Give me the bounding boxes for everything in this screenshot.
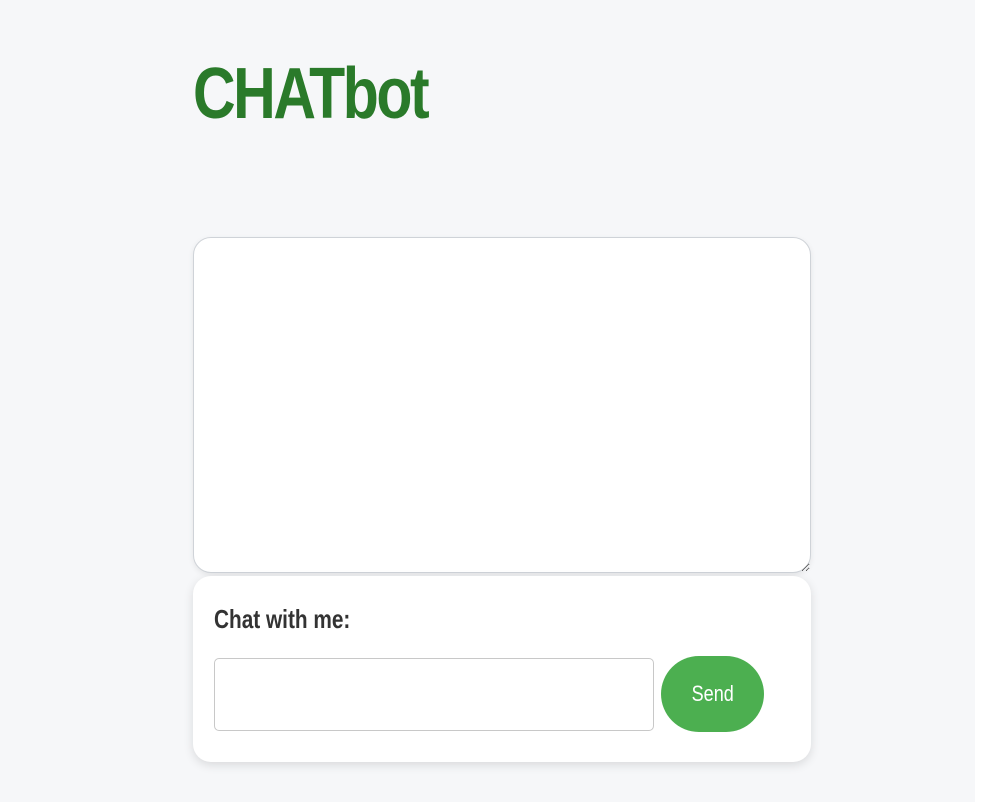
message-input[interactable] xyxy=(214,658,654,731)
page-title: CHATbot xyxy=(193,54,430,134)
send-button-label: Send xyxy=(691,681,734,706)
page-background: CHATbot Chat with me: Send xyxy=(0,0,975,802)
send-button[interactable]: Send xyxy=(661,656,764,732)
chat-prompt-label: Chat with me: xyxy=(214,604,351,634)
chat-input-card: Chat with me: Send xyxy=(193,576,811,762)
window-edge xyxy=(975,0,999,802)
chat-log-textarea[interactable] xyxy=(193,237,811,573)
